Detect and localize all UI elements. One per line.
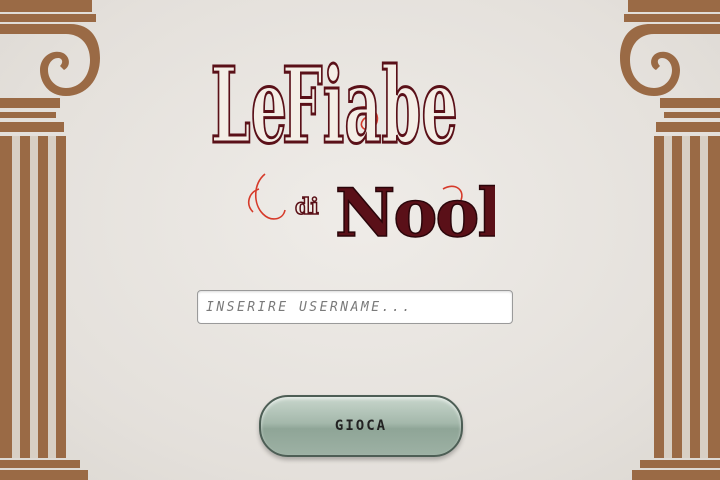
logo-word-le: Le: [211, 44, 288, 167]
username-input[interactable]: [197, 290, 513, 324]
play-button[interactable]: GIOCA: [259, 395, 463, 457]
logo-word-fiabe: Fiabe: [282, 44, 458, 167]
logo-word-nook: Nook: [335, 174, 495, 246]
right-column-decoration: [620, 0, 720, 480]
left-column-decoration: [0, 0, 100, 480]
logo-word-di: di: [295, 194, 319, 220]
play-button-label: GIOCA: [334, 418, 388, 434]
game-title-logo: Le Fiabe di Nook: [209, 43, 495, 246]
